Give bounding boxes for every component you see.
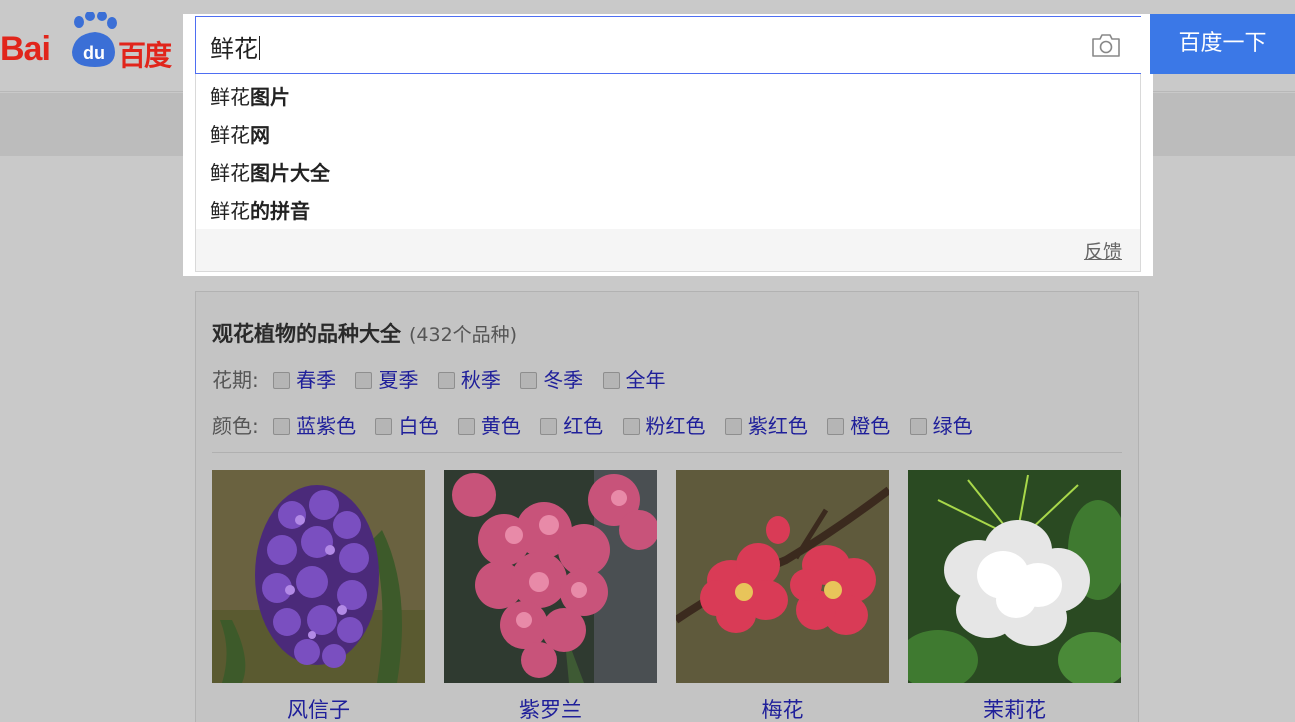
species-count: (432个品种) (409, 324, 518, 346)
plum-blossom-photo-icon[interactable] (676, 470, 889, 683)
checkbox[interactable] (827, 418, 845, 435)
flower-name-link[interactable]: 紫罗兰 (444, 694, 657, 722)
season-filter: 花期: 春季 夏季 秋季 冬季 全年 (212, 364, 679, 393)
flower-species-card: 观花植物的品种大全 (432个品种) 花期: 春季 夏季 秋季 冬季 全年 颜色:… (195, 291, 1139, 722)
checkbox[interactable] (457, 418, 475, 435)
search-panel: 鲜花 鲜花图片 鲜花网 鲜花图片大全 鲜花的拼音 反馈 (183, 14, 1153, 276)
card-title-link[interactable]: 观花植物的品种大全 (212, 322, 401, 346)
color-option[interactable]: 粉红色 (622, 410, 706, 439)
suggestion-item[interactable]: 鲜花图片 (196, 82, 1140, 120)
color-option[interactable]: 绿色 (909, 410, 973, 439)
color-label: 颜色: (212, 414, 259, 438)
season-label: 花期: (212, 368, 259, 392)
text-caret (259, 36, 260, 60)
checkbox[interactable] (602, 372, 620, 389)
search-button[interactable]: 百度一下 (1150, 14, 1295, 74)
season-option[interactable]: 春季 (273, 364, 336, 393)
checkbox[interactable] (909, 418, 927, 435)
logo-du-text: du (83, 43, 105, 63)
color-option[interactable]: 红色 (540, 410, 603, 439)
color-filter: 颜色: 蓝紫色 白色 黄色 红色 粉红色 紫红色 橙色 绿色 (212, 410, 986, 439)
paw-logo-icon: du (72, 12, 117, 67)
logo-chinese-text: 百度 (118, 39, 172, 72)
checkbox[interactable] (520, 372, 538, 389)
baidu-logo[interactable]: Bai du 百度 (0, 12, 180, 72)
logo-bai-text: Bai (0, 30, 51, 68)
checkbox[interactable] (375, 418, 393, 435)
checkbox[interactable] (724, 418, 742, 435)
suggestion-item[interactable]: 鲜花图片大全 (196, 158, 1140, 196)
color-option[interactable]: 蓝紫色 (273, 410, 356, 439)
flower-name-link[interactable]: 梅花 (676, 694, 889, 722)
flower-card[interactable]: 梅花 (676, 470, 889, 722)
checkbox[interactable] (437, 372, 455, 389)
season-option[interactable]: 夏季 (355, 364, 418, 393)
hyacinth-photo-icon[interactable] (212, 470, 425, 683)
suggestion-footer: 反馈 (196, 229, 1140, 271)
color-option[interactable]: 紫红色 (724, 410, 808, 439)
season-option[interactable]: 全年 (602, 364, 666, 393)
suggestion-dropdown: 鲜花图片 鲜花网 鲜花图片大全 鲜花的拼音 反馈 (195, 74, 1141, 272)
color-option[interactable]: 黄色 (457, 410, 521, 439)
checkbox[interactable] (273, 372, 291, 389)
season-option[interactable]: 冬季 (520, 364, 583, 393)
divider (212, 452, 1122, 453)
flower-card[interactable]: 风信子 (212, 470, 425, 722)
color-option[interactable]: 白色 (375, 410, 438, 439)
checkbox[interactable] (622, 418, 640, 435)
flower-card[interactable]: 紫罗兰 (444, 470, 657, 722)
flower-card[interactable]: 茉莉花 (908, 470, 1121, 722)
color-option[interactable]: 橙色 (827, 410, 890, 439)
season-option[interactable]: 秋季 (437, 364, 501, 393)
camera-icon[interactable] (1091, 32, 1121, 58)
checkbox[interactable] (355, 372, 373, 389)
flower-name-link[interactable]: 风信子 (212, 694, 425, 722)
suggestion-item[interactable]: 鲜花网 (196, 120, 1140, 158)
checkbox[interactable] (540, 418, 558, 435)
flower-name-link[interactable]: 茉莉花 (908, 694, 1121, 722)
checkbox[interactable] (273, 418, 291, 435)
search-query-text: 鲜花 (210, 35, 258, 63)
violet-photo-icon[interactable] (444, 470, 657, 683)
search-input[interactable]: 鲜花 (195, 16, 1141, 74)
jasmine-photo-icon[interactable] (908, 470, 1121, 683)
feedback-link[interactable]: 反馈 (1084, 237, 1122, 264)
flower-grid: 风信子 紫罗兰 梅花 茉莉花 (212, 470, 1132, 722)
card-title: 观花植物的品种大全 (432个品种) (212, 318, 517, 348)
